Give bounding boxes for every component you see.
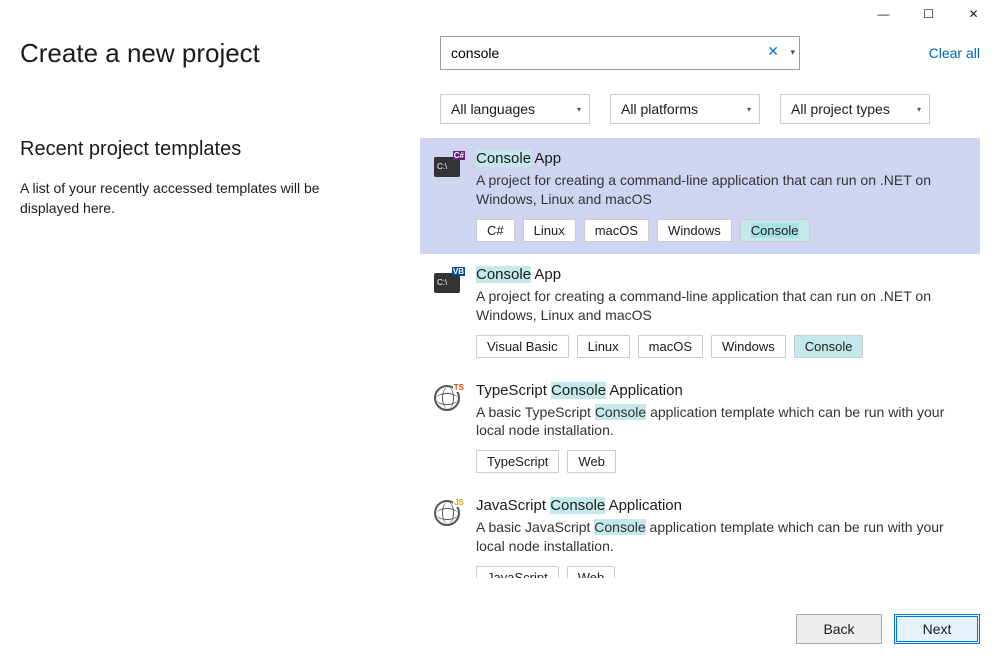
- filter-project-types-label: All project types: [791, 101, 890, 117]
- template-body: Console App A project for creating a comm…: [476, 266, 966, 358]
- language-badge: TS: [453, 383, 465, 392]
- back-button[interactable]: Back: [796, 614, 882, 644]
- window-maximize-button[interactable]: ☐: [906, 0, 951, 28]
- template-results: C# Console App A project for creating a co…: [420, 138, 996, 578]
- chevron-down-icon: ▾: [747, 105, 751, 114]
- template-body: TypeScript Console Application A basic Ty…: [476, 382, 966, 474]
- template-tag: TypeScript: [476, 450, 559, 473]
- footer: Back Next: [796, 614, 980, 644]
- language-badge: VB: [452, 267, 465, 276]
- template-tag: Windows: [657, 219, 732, 242]
- template-tag: Linux: [523, 219, 576, 242]
- titlebar: — ☐ ✕: [0, 0, 996, 30]
- search-input[interactable]: [441, 37, 799, 69]
- filter-languages[interactable]: All languages ▾: [440, 94, 590, 124]
- template-tag: Console: [794, 335, 864, 358]
- template-tag: Linux: [577, 335, 630, 358]
- filters-row: All languages ▾ All platforms ▾ All proj…: [0, 70, 996, 138]
- template-tag: Web: [567, 450, 616, 473]
- chevron-down-icon: ▾: [577, 105, 581, 114]
- search-area: ✕ ▾ Clear all: [440, 36, 980, 70]
- console-icon: C#: [434, 152, 462, 178]
- search-dropdown-icon[interactable]: ▾: [790, 47, 795, 58]
- template-tags: JavaScript Web: [476, 566, 966, 578]
- template-desc: A basic TypeScript Console application t…: [476, 403, 966, 441]
- window-close-button[interactable]: ✕: [951, 0, 996, 28]
- header-row: Create a new project ✕ ▾ Clear all: [0, 30, 996, 70]
- recent-templates-title: Recent project templates: [20, 138, 400, 161]
- language-badge: C#: [453, 151, 465, 160]
- template-tags: Visual Basic Linux macOS Windows Console: [476, 335, 966, 358]
- template-tag: macOS: [584, 219, 649, 242]
- clear-all-link[interactable]: Clear all: [929, 45, 980, 61]
- recent-templates-desc: A list of your recently accessed templat…: [20, 179, 340, 218]
- next-button[interactable]: Next: [894, 614, 980, 644]
- template-tag: C#: [476, 219, 515, 242]
- filter-languages-label: All languages: [451, 101, 535, 117]
- window-minimize-button[interactable]: —: [861, 0, 906, 28]
- language-badge: JS: [453, 498, 465, 507]
- chevron-down-icon: ▾: [917, 105, 921, 114]
- search-box[interactable]: ✕ ▾: [440, 36, 800, 70]
- filter-platforms[interactable]: All platforms ▾: [610, 94, 760, 124]
- globe-icon: TS: [434, 384, 462, 410]
- template-item[interactable]: JS JavaScript Console Application A basic …: [420, 485, 980, 578]
- template-tags: TypeScript Web: [476, 450, 966, 473]
- template-tag: Windows: [711, 335, 786, 358]
- globe-icon: JS: [434, 499, 462, 525]
- template-tag: JavaScript: [476, 566, 559, 578]
- template-item[interactable]: TS TypeScript Console Application A basic …: [420, 370, 980, 486]
- template-item[interactable]: C# Console App A project for creating a co…: [420, 138, 980, 254]
- template-item[interactable]: VB Console App A project for creating a co…: [420, 254, 980, 370]
- template-body: JavaScript Console Application A basic Ja…: [476, 497, 966, 578]
- template-title: Console App: [476, 150, 966, 167]
- recent-templates-panel: Recent project templates A list of your …: [20, 138, 420, 578]
- template-title: Console App: [476, 266, 966, 283]
- template-tag: macOS: [638, 335, 703, 358]
- template-desc: A project for creating a command-line ap…: [476, 287, 966, 325]
- search-clear-icon[interactable]: ✕: [767, 43, 779, 60]
- filter-platforms-label: All platforms: [621, 101, 698, 117]
- template-tag: Console: [740, 219, 810, 242]
- console-icon: VB: [434, 268, 462, 294]
- template-tags: C# Linux macOS Windows Console: [476, 219, 966, 242]
- template-title: TypeScript Console Application: [476, 382, 966, 399]
- page-title: Create a new project: [20, 38, 440, 69]
- template-body: Console App A project for creating a comm…: [476, 150, 966, 242]
- template-desc: A project for creating a command-line ap…: [476, 171, 966, 209]
- template-tag: Visual Basic: [476, 335, 569, 358]
- template-title: JavaScript Console Application: [476, 497, 966, 514]
- template-desc: A basic JavaScript Console application t…: [476, 518, 966, 556]
- template-tag: Web: [567, 566, 616, 578]
- main-content: Recent project templates A list of your …: [0, 138, 996, 578]
- filter-project-types[interactable]: All project types ▾: [780, 94, 930, 124]
